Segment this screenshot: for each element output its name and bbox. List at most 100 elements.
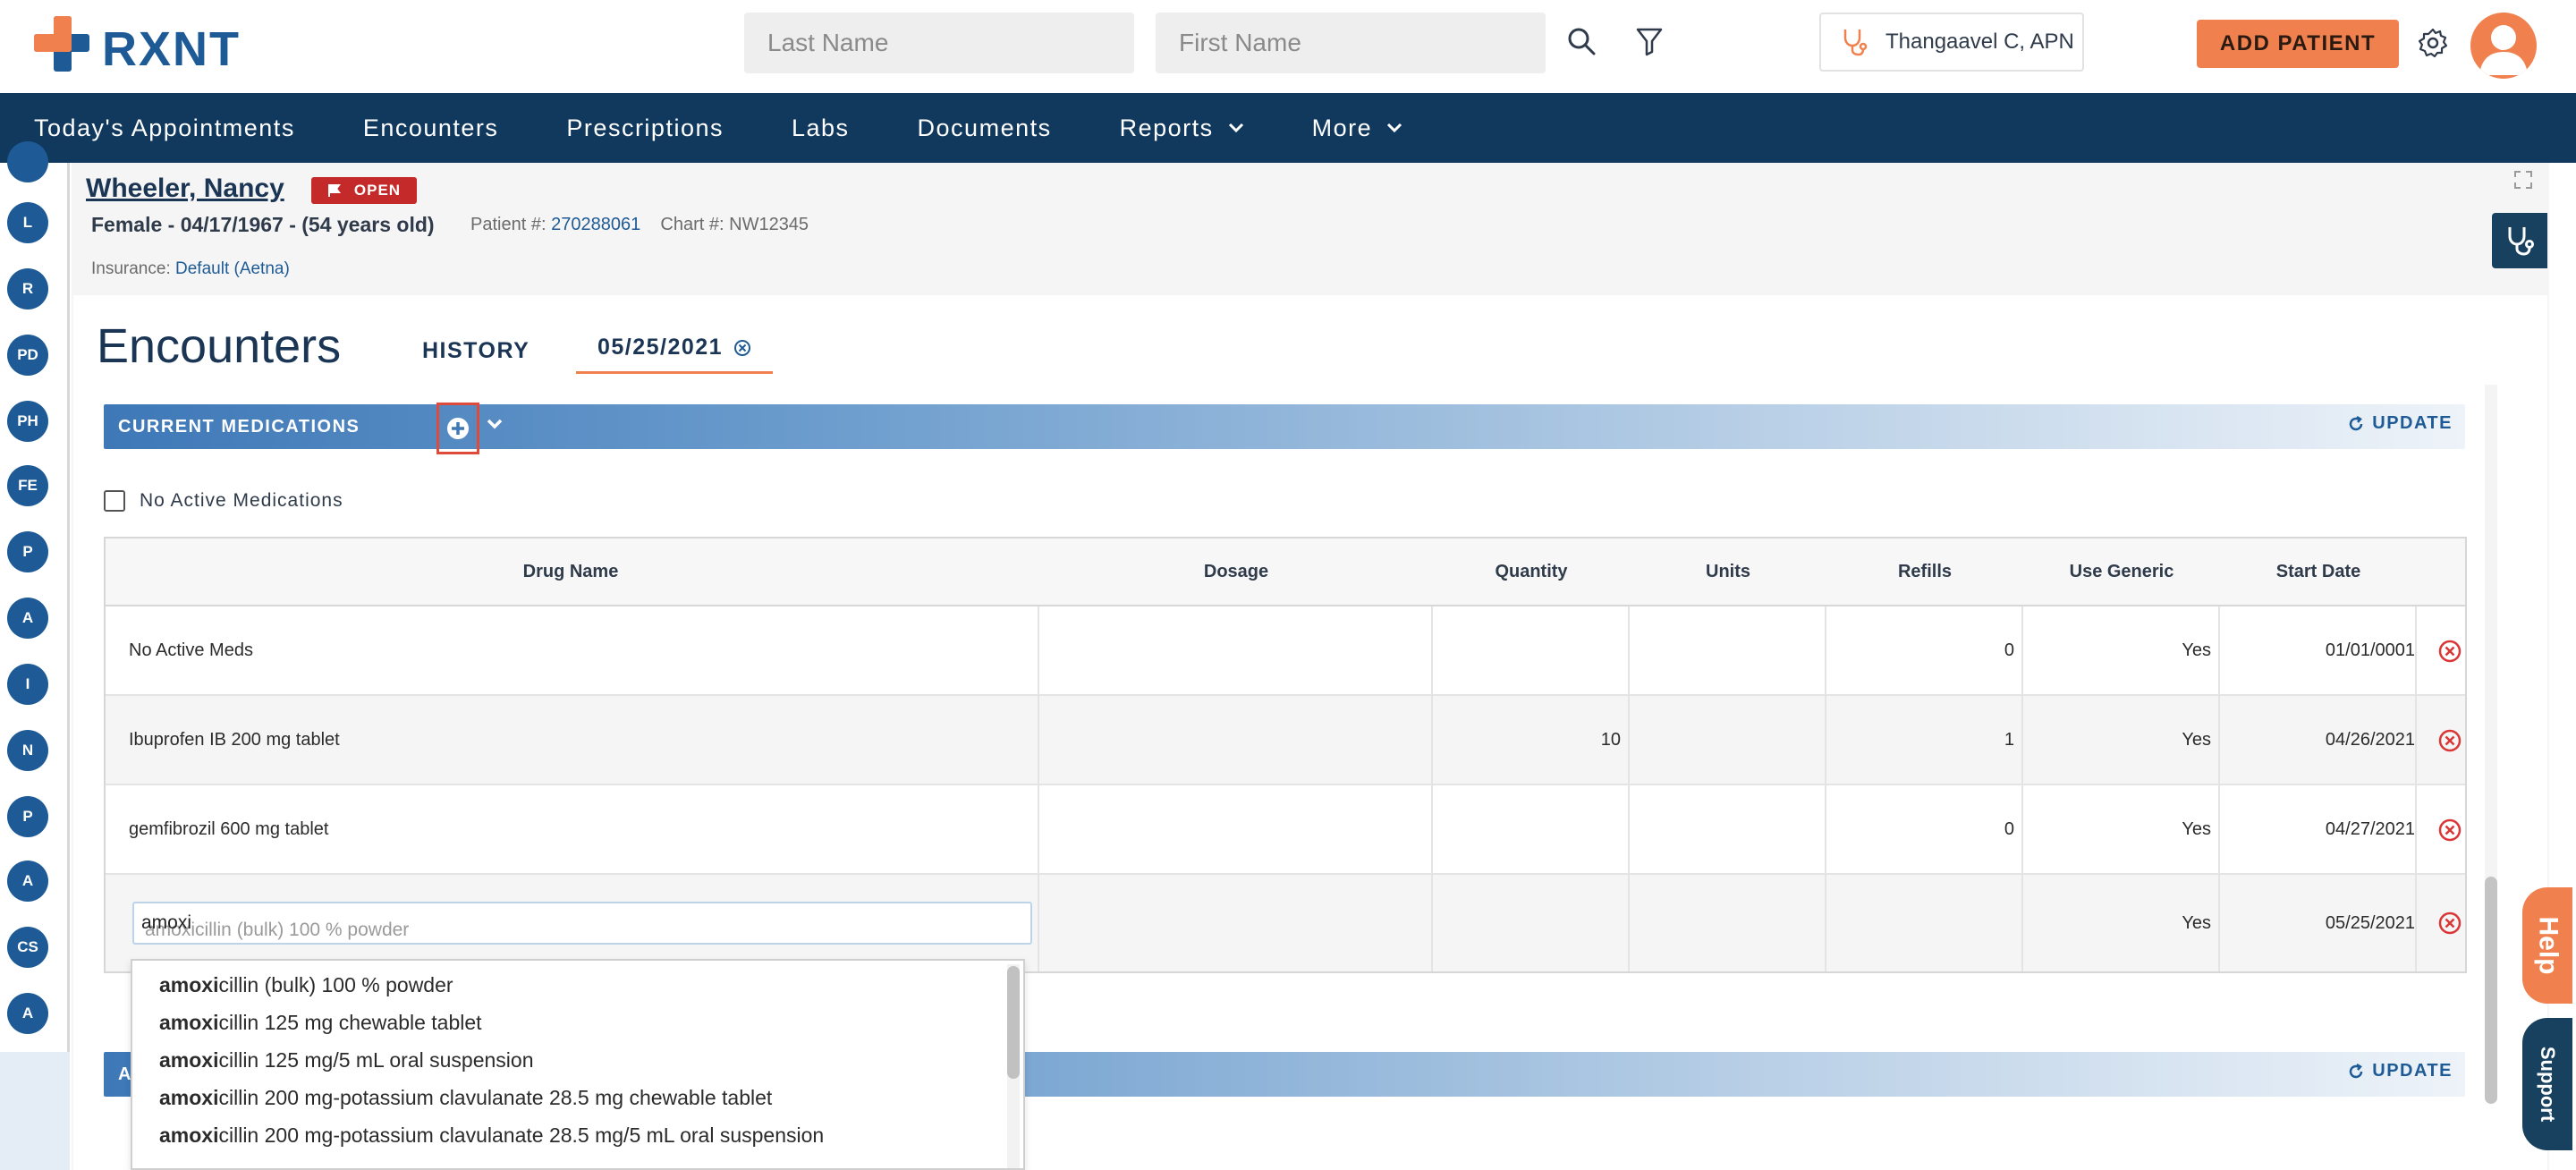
drug-suggestions-dropdown: amoxicillin (bulk) 100 % powder amoxicil… — [131, 959, 1025, 1170]
table-row[interactable]: gemfibrozil 600 mg tablet 0 Yes 04/27/20… — [106, 785, 2465, 875]
patient-ids: Patient #: 270288061 Chart #: NW12345 — [470, 215, 809, 235]
provider-name: Thangaavel C, APN — [1885, 30, 2074, 54]
generic-cell: Yes — [2023, 875, 2220, 971]
update-medications-button[interactable]: UPDATE — [2347, 413, 2453, 434]
suggestion-match: amoxi — [159, 1011, 219, 1034]
provider-selector[interactable]: Thangaavel C, APN — [1819, 13, 2084, 72]
expand-icon[interactable] — [2513, 170, 2533, 190]
suggestion-rest: cillin 200 mg-potassium clavulanate 28.5… — [218, 1086, 773, 1109]
suggestion-item[interactable]: amoxicillin 125 mg chewable tablet — [159, 1011, 482, 1035]
close-circle-icon[interactable] — [733, 339, 751, 357]
dosage-cell — [1039, 875, 1433, 971]
table-row[interactable]: Ibuprofen IB 200 mg tablet 10 1 Yes 04/2… — [106, 696, 2465, 785]
dropdown-scrollbar-thumb[interactable] — [1007, 966, 1020, 1079]
insurance-info: Insurance: Default (Aetna) — [91, 259, 290, 279]
nav-label: Labs — [791, 114, 850, 141]
insurance-link[interactable]: Default (Aetna) — [175, 259, 290, 278]
section-pill-top[interactable] — [7, 141, 48, 182]
left-strip-footer — [0, 1052, 70, 1170]
suggestion-rest: cillin (bulk) 100 % powder — [218, 973, 453, 996]
nav-todays-appointments[interactable]: Today's Appointments — [0, 93, 329, 163]
suggestion-rest: cillin 200 mg-potassium clavulanate 28.5… — [218, 1123, 825, 1147]
column-header-dosage[interactable]: Dosage — [1039, 562, 1433, 582]
page-scrollbar-thumb[interactable] — [2485, 877, 2497, 1104]
support-tab[interactable]: Support — [2522, 1018, 2572, 1150]
filter-button[interactable] — [1630, 21, 1669, 61]
section-pill[interactable]: N — [7, 730, 48, 771]
column-header-quantity[interactable]: Quantity — [1433, 562, 1630, 582]
start-date-cell: 01/01/0001 — [2220, 606, 2417, 694]
update-section-button[interactable]: UPDATE — [2347, 1061, 2453, 1081]
delete-icon[interactable] — [2438, 818, 2462, 842]
suggestion-item[interactable]: amoxicillin (bulk) 100 % powder — [159, 973, 453, 997]
add-patient-button[interactable]: ADD PATIENT — [2197, 20, 2399, 68]
patient-number-label: Patient #: — [470, 215, 547, 234]
rxnt-logo[interactable]: RXNT — [34, 16, 249, 76]
last-name-input[interactable] — [744, 13, 1134, 73]
column-header-use-generic[interactable]: Use Generic — [2023, 562, 2220, 582]
section-title: CURRENT MEDICATIONS — [118, 417, 360, 437]
suggestion-item[interactable]: amoxicillin 125 mg/5 mL oral suspension — [159, 1048, 533, 1072]
quantity-cell: 10 — [1433, 696, 1630, 784]
section-pill[interactable]: P — [7, 796, 48, 837]
quantity-cell — [1433, 875, 1630, 971]
column-header-refills[interactable]: Refills — [1826, 562, 2023, 582]
search-button[interactable] — [1562, 21, 1601, 61]
patient-number-link[interactable]: 270288061 — [551, 215, 640, 234]
refills-cell: 1 — [1826, 696, 2023, 784]
section-pill[interactable]: FE — [7, 465, 48, 506]
table-row[interactable]: No Active Meds 0 Yes 01/01/0001 — [106, 606, 2465, 696]
nav-prescriptions[interactable]: Prescriptions — [532, 93, 758, 163]
nav-more[interactable]: More — [1278, 93, 1437, 163]
section-pill[interactable]: A — [7, 993, 48, 1034]
section-pill[interactable]: PD — [7, 335, 48, 376]
section-pill[interactable]: PH — [7, 401, 48, 442]
suggestion-match: amoxi — [159, 1048, 219, 1072]
refills-cell: 0 — [1826, 606, 2023, 694]
insurance-label: Insurance: — [91, 259, 171, 278]
tab-history[interactable]: HISTORY — [422, 338, 530, 364]
add-medication-button[interactable] — [436, 403, 479, 454]
user-avatar[interactable] — [2470, 13, 2537, 79]
quantity-cell — [1433, 606, 1630, 694]
flag-icon — [327, 184, 341, 197]
section-pill[interactable]: L — [7, 202, 48, 243]
drug-search-input[interactable]: amoxicillin (bulk) 100 % powder amoxi — [132, 902, 1032, 945]
nav-encounters[interactable]: Encounters — [329, 93, 533, 163]
no-active-medications-toggle[interactable]: No Active Medications — [104, 490, 343, 512]
section-pill[interactable]: I — [7, 664, 48, 705]
section-pill[interactable]: A — [7, 861, 48, 902]
tab-encounter-date[interactable]: 05/25/2021 — [576, 324, 773, 374]
no-active-medications-checkbox[interactable] — [104, 490, 125, 512]
column-header-start-date[interactable]: Start Date — [2220, 562, 2417, 582]
delete-icon[interactable] — [2438, 729, 2462, 752]
nav-label: Today's Appointments — [34, 114, 295, 141]
refills-cell — [1826, 875, 2023, 971]
nav-reports[interactable]: Reports — [1086, 93, 1278, 163]
column-header-drug-name[interactable]: Drug Name — [106, 562, 1036, 582]
nav-label: Reports — [1119, 114, 1214, 141]
main-nav: Today's Appointments Encounters Prescrip… — [0, 93, 2576, 163]
clinical-tools-tab[interactable] — [2492, 213, 2547, 268]
suggestion-item[interactable]: amoxicillin 200 mg-potassium clavulanate… — [159, 1086, 772, 1110]
nav-documents[interactable]: Documents — [884, 93, 1086, 163]
patient-name-link[interactable]: Wheeler, Nancy — [86, 174, 284, 204]
section-pill[interactable]: P — [7, 531, 48, 572]
nav-label: Encounters — [362, 114, 499, 141]
suggestion-item[interactable]: amoxicillin 200 mg-potassium clavulanate… — [159, 1123, 824, 1148]
nav-labs[interactable]: Labs — [758, 93, 884, 163]
stethoscope-icon — [2508, 227, 2534, 256]
delete-icon[interactable] — [2438, 640, 2462, 663]
first-name-input[interactable] — [1156, 13, 1546, 73]
section-pill[interactable]: R — [7, 268, 48, 309]
chevron-down-icon[interactable] — [485, 417, 504, 431]
delete-icon[interactable] — [2438, 911, 2462, 935]
tab-date-label: 05/25/2021 — [597, 335, 724, 360]
section-pill[interactable]: A — [7, 598, 48, 639]
column-header-units[interactable]: Units — [1630, 562, 1826, 582]
help-tab[interactable]: Help — [2522, 887, 2572, 1004]
settings-button[interactable] — [2413, 23, 2453, 63]
section-pill[interactable]: CS — [7, 927, 48, 968]
dosage-cell — [1039, 696, 1433, 784]
quantity-cell — [1433, 785, 1630, 873]
